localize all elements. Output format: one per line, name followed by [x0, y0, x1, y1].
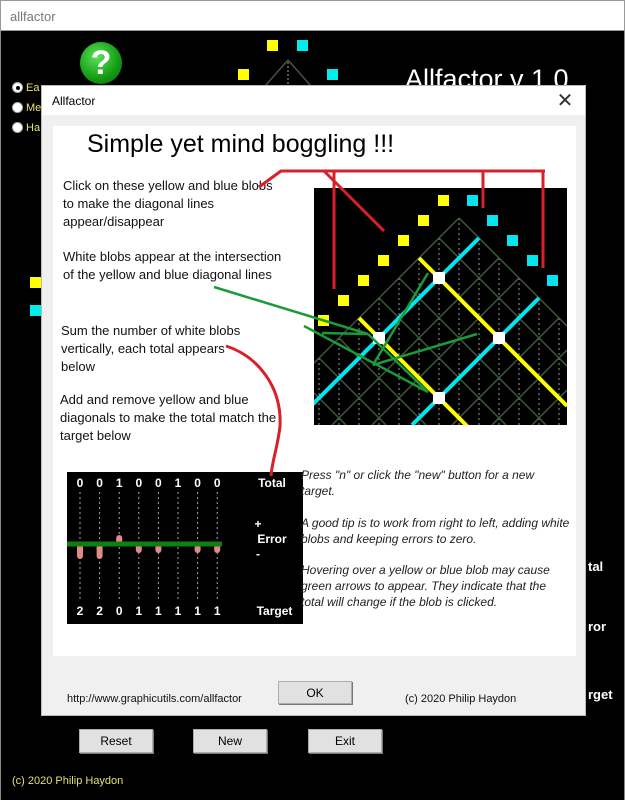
target-label: rget	[588, 687, 613, 702]
ok-button[interactable]: OK	[278, 681, 352, 704]
blue-blob[interactable]	[327, 69, 338, 80]
website-link[interactable]: http://www.graphicutils.com/allfactor	[67, 693, 242, 705]
app-copyright: (c) 2020 Philip Haydon	[12, 775, 124, 787]
yellow-blob[interactable]	[30, 277, 41, 288]
red-curve-arrow	[225, 344, 282, 477]
yellow-blob[interactable]	[238, 69, 249, 80]
window-title: allfactor	[10, 9, 56, 24]
red-pointer-lines	[258, 169, 545, 289]
total-label: tal	[588, 559, 604, 574]
radio-label: Ha	[26, 122, 41, 134]
blue-blob[interactable]	[30, 305, 41, 316]
question-icon: ?	[90, 44, 112, 82]
radio-label: Ea	[26, 82, 40, 94]
new-button[interactable]: New	[193, 729, 267, 753]
yellow-blob[interactable]	[267, 40, 278, 51]
game-grid-top	[264, 59, 312, 87]
green-pointer-lines	[213, 272, 478, 394]
annotation-arrows	[213, 169, 545, 477]
reset-button[interactable]: Reset	[79, 729, 153, 753]
dialog-copyright: (c) 2020 Philip Haydon	[405, 693, 517, 705]
blue-blob[interactable]	[297, 40, 308, 51]
radio-icon	[12, 122, 23, 133]
radio-icon	[12, 82, 23, 93]
radio-label: Me	[26, 102, 42, 114]
radio-icon	[12, 102, 23, 113]
exit-button[interactable]: Exit	[308, 729, 382, 753]
window-title-bar: allfactor	[0, 0, 625, 31]
error-label: ror	[588, 619, 607, 634]
help-button[interactable]: ?	[80, 42, 122, 84]
about-dialog: Allfactor ✕ Simple yet mind boggling !!!…	[41, 85, 586, 716]
